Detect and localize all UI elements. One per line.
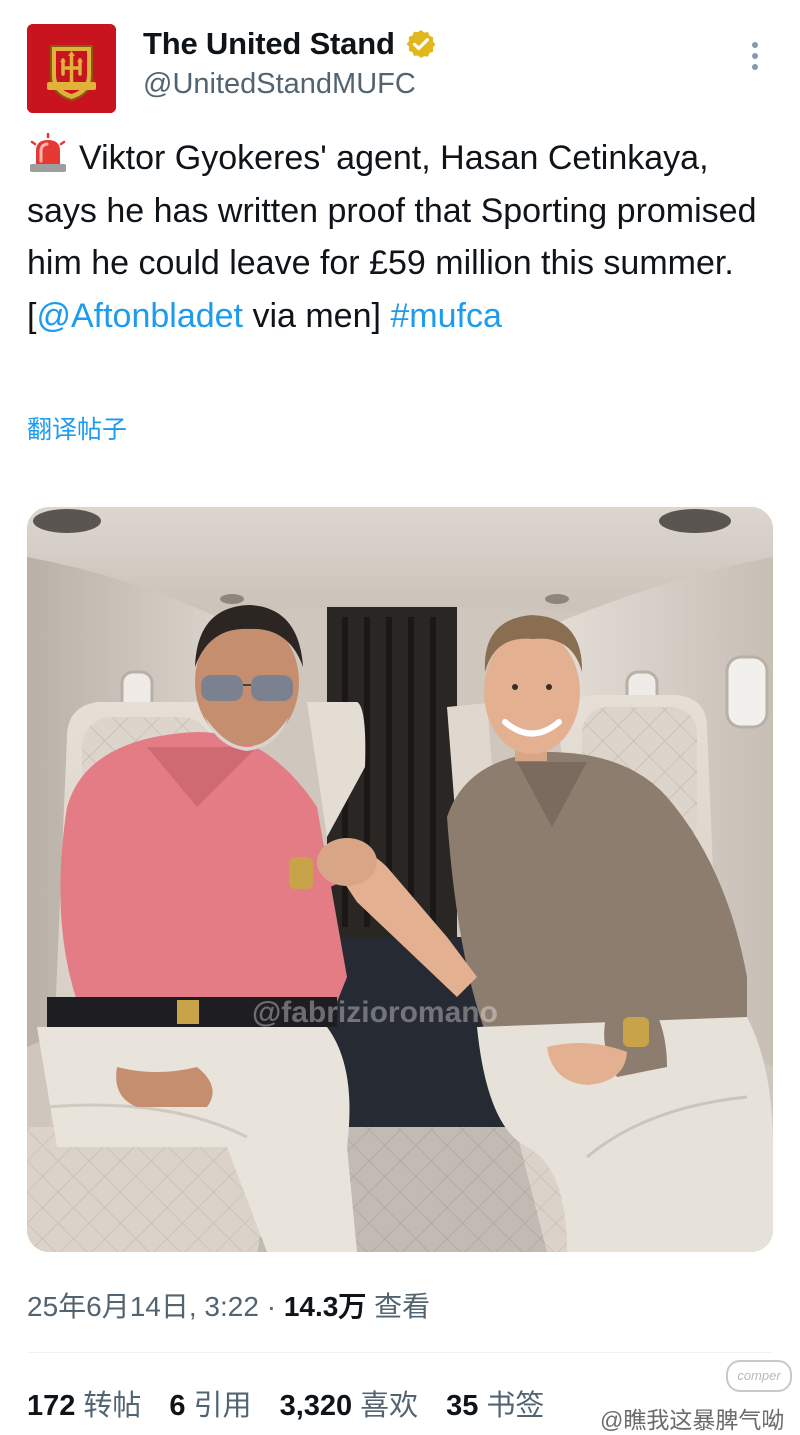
photo-watermark: @fabrizioromano bbox=[252, 996, 498, 1029]
divider bbox=[27, 1352, 773, 1353]
quotes-label: 引用 bbox=[193, 1390, 252, 1422]
likes-label: 喜欢 bbox=[360, 1390, 419, 1422]
translate-post-link[interactable]: 翻译帖子 bbox=[27, 410, 127, 446]
meta-separator: · bbox=[266, 1291, 277, 1322]
avatar[interactable] bbox=[27, 24, 116, 113]
engagement-stats: 172 转帖 6 引用 3,320 喜欢 35 书签 bbox=[27, 1382, 544, 1424]
more-vertical-icon[interactable] bbox=[745, 42, 765, 76]
reposts-label: 转帖 bbox=[83, 1390, 142, 1422]
author-name[interactable]: The United Stand bbox=[143, 26, 395, 62]
post-timestamp[interactable]: 25年6月14日, 3:22 bbox=[27, 1291, 259, 1322]
quotes-count: 6 bbox=[169, 1390, 186, 1422]
reposts-count: 172 bbox=[27, 1390, 76, 1422]
club-crest-logo bbox=[27, 24, 116, 113]
mention-link[interactable]: @Aftonbladet bbox=[36, 297, 243, 335]
post-meta: 25年6月14日, 3:22 · 14.3万 查看 bbox=[27, 1285, 430, 1325]
verified-badge-icon bbox=[406, 30, 436, 58]
hashtag-link[interactable]: #mufca bbox=[390, 297, 502, 335]
private-jet-photo: @fabrizioromano bbox=[27, 507, 773, 1252]
author-handle[interactable]: @UnitedStandMUFC bbox=[143, 68, 416, 101]
watermark-user: @瞧我这暴脾气呦 bbox=[600, 1407, 785, 1433]
quotes-stat[interactable]: 6 引用 bbox=[169, 1382, 251, 1424]
bookmarks-count: 35 bbox=[446, 1390, 479, 1422]
bookmarks-stat[interactable]: 35 书签 bbox=[446, 1382, 544, 1424]
post-photo[interactable]: @fabrizioromano bbox=[27, 507, 773, 1252]
reposts-stat[interactable]: 172 转帖 bbox=[27, 1382, 141, 1424]
watermark-logo: comper bbox=[726, 1360, 792, 1392]
post-text-part2: via men] bbox=[243, 296, 391, 335]
views-count: 14.3万 bbox=[283, 1291, 367, 1322]
rotating-light-emoji bbox=[30, 133, 66, 172]
post-text: Viktor Gyokeres' agent, Hasan Cetinkaya,… bbox=[27, 132, 787, 342]
likes-count: 3,320 bbox=[279, 1390, 353, 1422]
likes-stat[interactable]: 3,320 喜欢 bbox=[280, 1382, 419, 1424]
bookmarks-label: 书签 bbox=[486, 1390, 545, 1422]
views-label: 查看 bbox=[374, 1291, 431, 1322]
